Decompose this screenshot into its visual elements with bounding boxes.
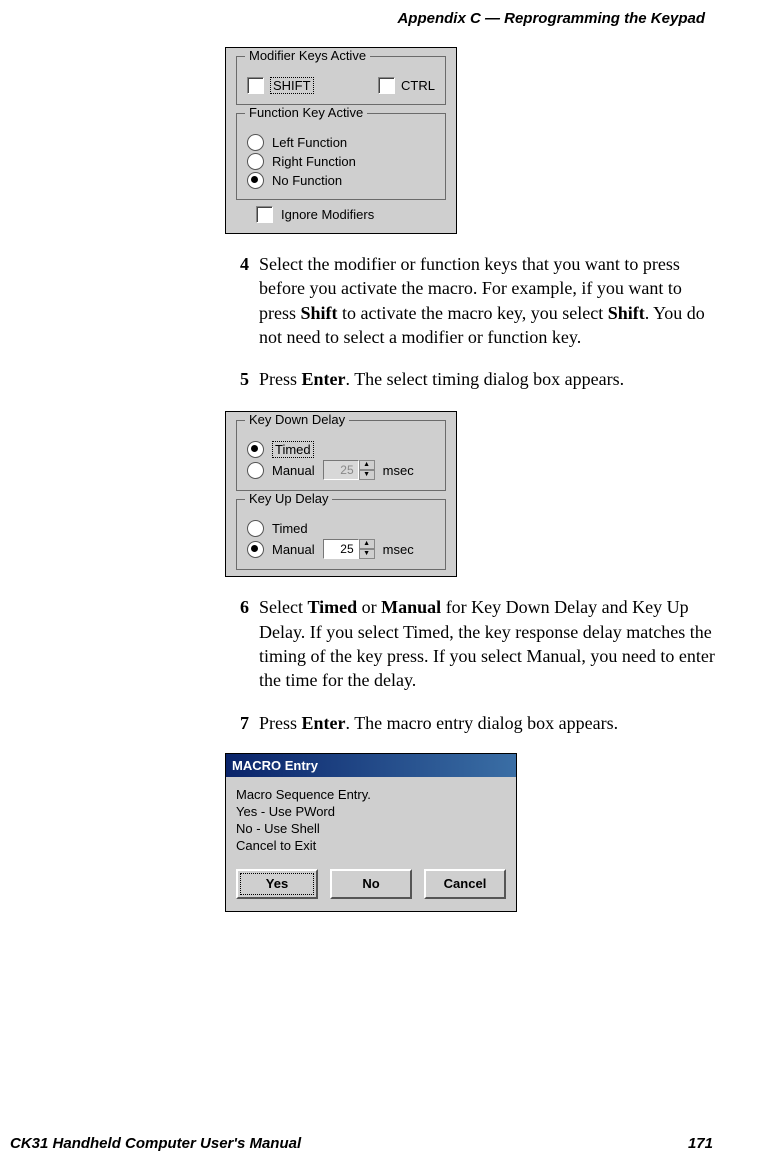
step-text: to activate the macro key, you select [338,303,608,323]
keydown-value: 25 [323,460,359,480]
bold-enter: Enter [302,369,346,389]
keydown-value-spinner[interactable]: 25 ▲▼ [323,460,375,480]
step-number: 4 [225,252,249,349]
step-4: 4 Select the modifier or function keys t… [225,252,715,349]
label-no-function: No Function [272,173,342,188]
step-5: 5 Press Enter. The select timing dialog … [225,367,715,391]
group-label: Key Up Delay [245,491,332,506]
yes-button[interactable]: Yes [236,869,318,900]
group-function-key: Function Key Active Left Function Right … [236,113,446,200]
keyup-value: 25 [323,539,359,559]
chevron-up-icon[interactable]: ▲ [359,539,375,549]
step-number: 6 [225,595,249,692]
step-text: or [357,597,381,617]
label-manual: Manual [272,463,315,478]
no-button[interactable]: No [330,869,412,900]
bold-enter: Enter [302,713,346,733]
group-label: Modifier Keys Active [245,48,370,63]
macro-entry-dialog: MACRO Entry Macro Sequence Entry. Yes - … [225,753,517,912]
step-6: 6 Select Timed or Manual for Key Down De… [225,595,715,692]
label-right-function: Right Function [272,154,356,169]
dialog-text: No - Use Shell [236,821,506,838]
radio-no-function[interactable] [247,172,264,189]
group-label: Function Key Active [245,105,367,120]
group-label: Key Down Delay [245,412,349,427]
radio-right-function[interactable] [247,153,264,170]
label-shift: SHIFT [270,77,314,94]
step-text: . The macro entry dialog box appears. [346,713,619,733]
modifier-dialog: Modifier Keys Active SHIFT CTRL Function… [225,47,457,234]
group-key-up: Key Up Delay Timed Manual 25 ▲▼ msec [236,499,446,570]
cancel-button[interactable]: Cancel [424,869,506,900]
radio-keydown-manual[interactable] [247,462,264,479]
bold-shift: Shift [608,303,645,323]
label-manual: Manual [272,542,315,557]
radio-keyup-manual[interactable] [247,541,264,558]
checkbox-shift[interactable] [247,77,264,94]
dialog-title: MACRO Entry [226,754,516,777]
radio-left-function[interactable] [247,134,264,151]
keyup-value-spinner[interactable]: 25 ▲▼ [323,539,375,559]
step-text: Select [259,597,307,617]
bold-timed: Timed [307,597,357,617]
step-text: Press [259,369,302,389]
checkbox-ctrl[interactable] [378,77,395,94]
dialog-text: Macro Sequence Entry. [236,787,506,804]
step-text: Press [259,713,302,733]
label-timed: Timed [272,441,314,458]
step-number: 5 [225,367,249,391]
group-key-down: Key Down Delay Timed Manual 25 ▲▼ msec [236,420,446,491]
label-left-function: Left Function [272,135,347,150]
chevron-down-icon[interactable]: ▼ [359,549,375,559]
checkbox-ignore-modifiers[interactable] [256,206,273,223]
label-timed: Timed [272,521,308,536]
footer-title: CK31 Handheld Computer User's Manual [10,1135,301,1152]
step-number: 7 [225,711,249,735]
step-7: 7 Press Enter. The macro entry dialog bo… [225,711,715,735]
radio-keyup-timed[interactable] [247,520,264,537]
unit-label: msec [383,463,414,478]
chevron-down-icon[interactable]: ▼ [359,470,375,480]
label-ctrl: CTRL [401,78,435,93]
page-number: 171 [688,1135,713,1152]
group-modifier-keys: Modifier Keys Active SHIFT CTRL [236,56,446,105]
bold-manual: Manual [381,597,441,617]
step-text: . The select timing dialog box appears. [346,369,625,389]
chevron-up-icon[interactable]: ▲ [359,460,375,470]
dialog-text: Cancel to Exit [236,838,506,855]
bold-shift: Shift [301,303,338,323]
radio-keydown-timed[interactable] [247,441,264,458]
running-header: Appendix C — Reprogramming the Keypad [0,10,705,27]
timing-dialog: Key Down Delay Timed Manual 25 ▲▼ msec K… [225,411,457,577]
unit-label: msec [383,542,414,557]
label-ignore-modifiers: Ignore Modifiers [281,207,374,222]
dialog-text: Yes - Use PWord [236,804,506,821]
